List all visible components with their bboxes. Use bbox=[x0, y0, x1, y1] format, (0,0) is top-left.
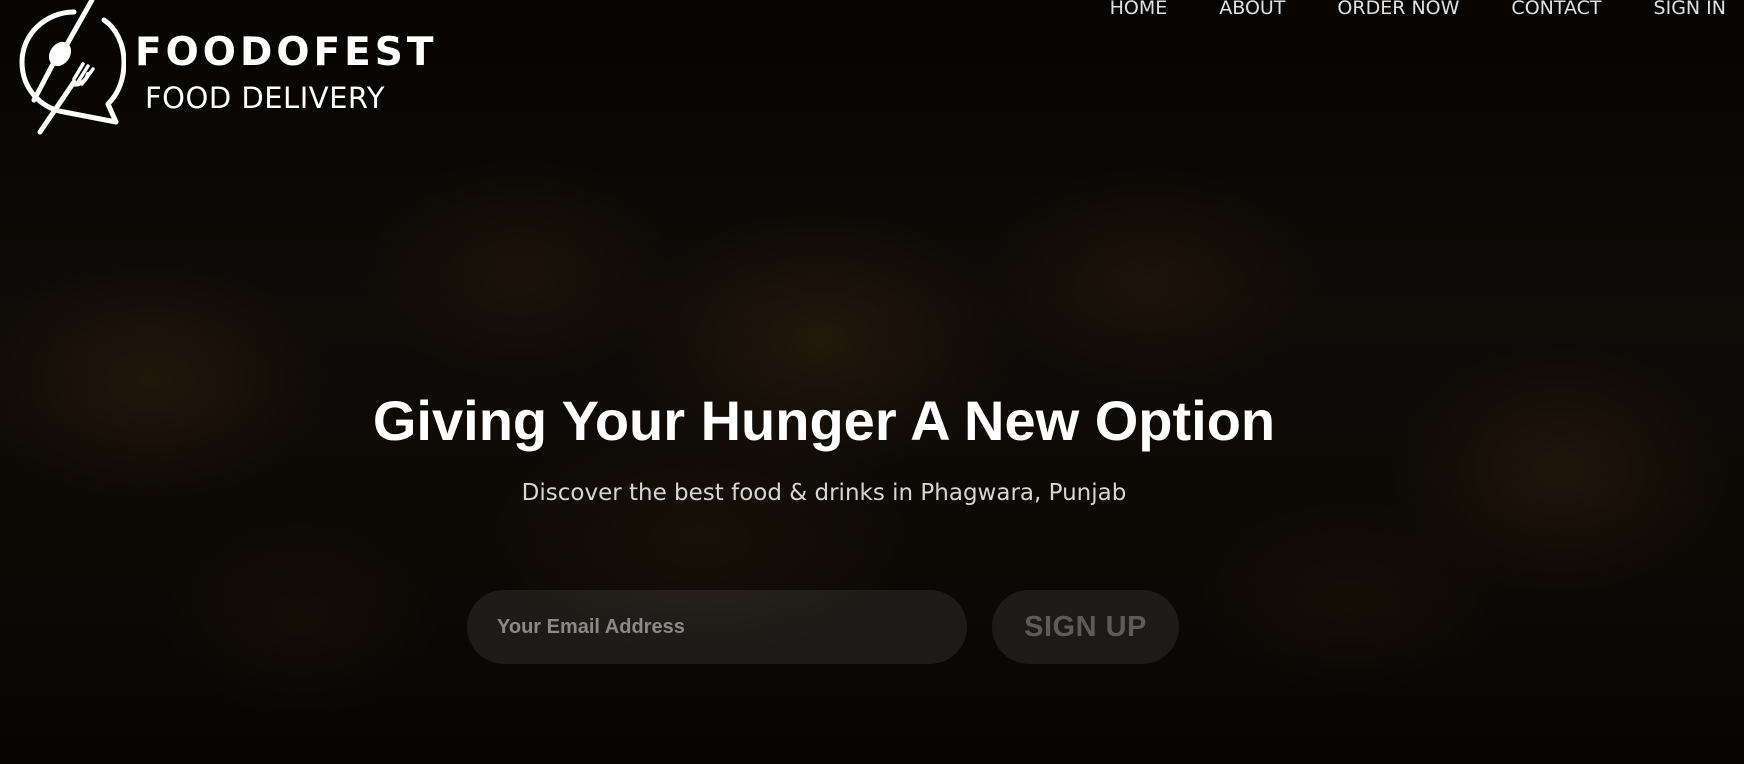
nav-item-order-now[interactable]: ORDER NOW bbox=[1337, 0, 1459, 19]
spoon-fork-speech-bubble-icon bbox=[19, 0, 126, 135]
brand-tagline: FOOD DELIVERY bbox=[145, 81, 385, 115]
signup-button[interactable]: SIGN UP bbox=[992, 590, 1179, 664]
hero-headline: Giving Your Hunger A New Option bbox=[372, 389, 1276, 452]
brand-name: FOODOFEST bbox=[135, 30, 438, 75]
hero-subheadline: Discover the best food & drinks in Phagw… bbox=[521, 480, 1127, 506]
top-nav: HOME ABOUT ORDER NOW CONTACT SIGN IN bbox=[1110, 0, 1726, 20]
nav-item-home[interactable]: HOME bbox=[1110, 0, 1168, 19]
brand-logo[interactable]: FOODOFEST FOOD DELIVERY bbox=[16, 0, 436, 140]
email-input[interactable] bbox=[467, 590, 967, 664]
nav-item-contact[interactable]: CONTACT bbox=[1511, 0, 1601, 19]
nav-item-about[interactable]: ABOUT bbox=[1219, 0, 1285, 19]
nav-item-sign-in[interactable]: SIGN IN bbox=[1654, 0, 1726, 19]
